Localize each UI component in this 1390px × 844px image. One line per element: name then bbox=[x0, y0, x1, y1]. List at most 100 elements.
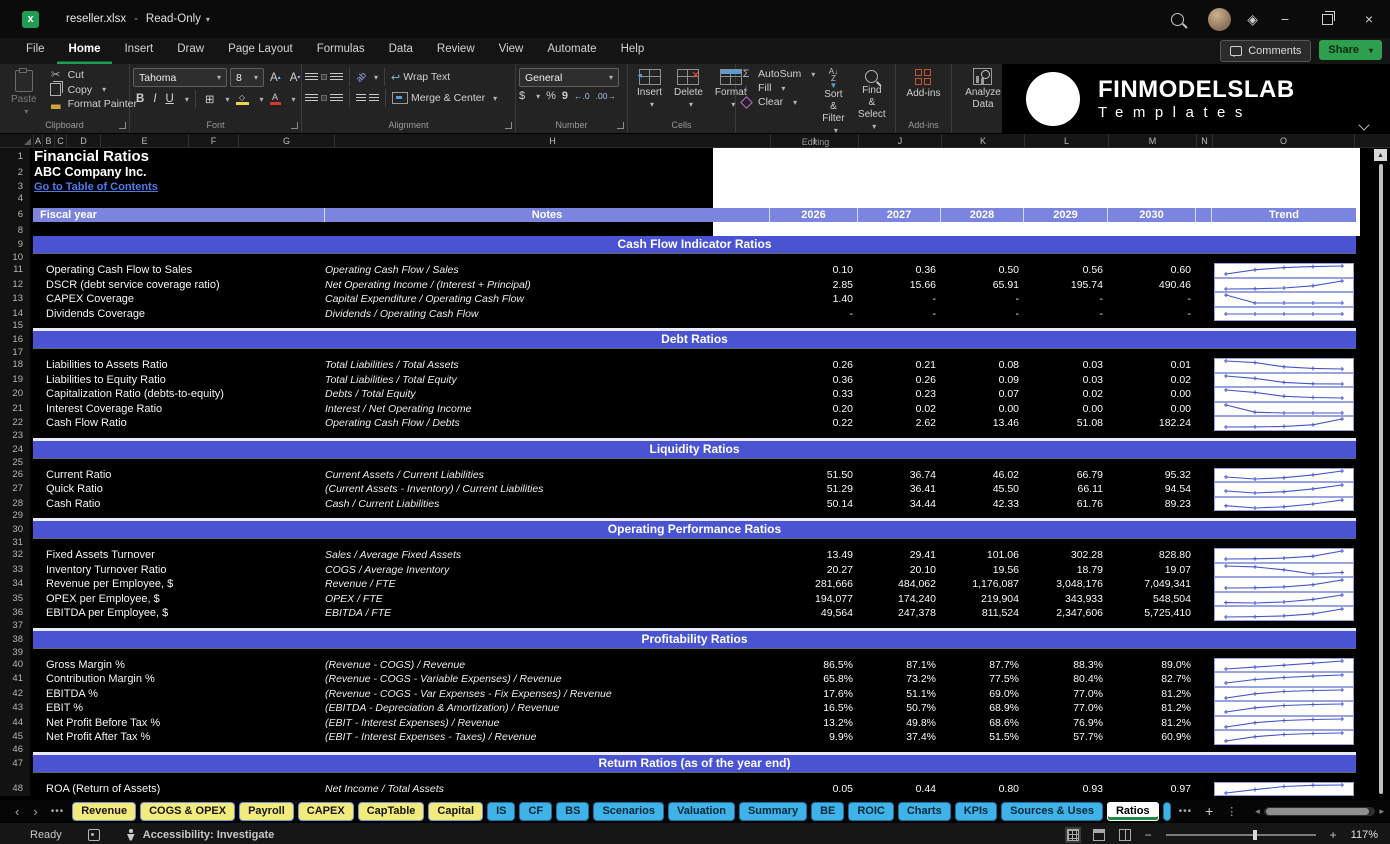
sort-filter-button[interactable]: A↓Z▼ Sort &Filter ▾ bbox=[815, 68, 851, 137]
menu-tab-insert[interactable]: Insert bbox=[112, 38, 165, 64]
tab-options-icon[interactable]: ⋮ bbox=[1222, 805, 1241, 818]
increase-indent-button[interactable] bbox=[369, 94, 379, 102]
row-number[interactable]: 2 bbox=[0, 165, 30, 180]
sheet-tab-ratios[interactable]: Ratios bbox=[1107, 802, 1159, 821]
column-header-N[interactable]: N bbox=[1197, 134, 1213, 147]
underline-button[interactable]: U bbox=[163, 93, 177, 105]
clear-button[interactable]: Clear▾ bbox=[739, 96, 815, 108]
sheet-tab-roic[interactable]: ROIC bbox=[848, 802, 894, 821]
column-header-A[interactable]: A bbox=[34, 134, 43, 147]
orientation-button[interactable]: ab bbox=[354, 70, 368, 84]
row-number[interactable]: 41 bbox=[0, 672, 30, 687]
menu-tab-view[interactable]: View bbox=[487, 38, 536, 64]
minimize-button[interactable]: − bbox=[1264, 0, 1306, 38]
grow-font-button[interactable]: A▴ bbox=[267, 72, 284, 84]
row-number[interactable]: 17 bbox=[0, 348, 30, 358]
tab-scroll-left-icon[interactable]: ‹ bbox=[10, 804, 24, 819]
collapse-ribbon-icon[interactable] bbox=[1358, 119, 1369, 130]
row-number[interactable]: 35 bbox=[0, 592, 30, 607]
hscroll-left-icon[interactable]: ◂ bbox=[1255, 806, 1260, 817]
comments-button[interactable]: Comments bbox=[1220, 40, 1311, 62]
macro-record-icon[interactable] bbox=[88, 829, 100, 841]
horizontal-scroll-thumb[interactable] bbox=[1266, 808, 1369, 815]
row-number[interactable]: 32 bbox=[0, 548, 30, 563]
align-center-button[interactable] bbox=[321, 95, 327, 101]
diamond-icon[interactable]: ◈ bbox=[1247, 11, 1258, 28]
column-header-H[interactable]: H bbox=[335, 134, 771, 147]
column-header-D[interactable]: D bbox=[67, 134, 101, 147]
zoom-level[interactable]: 117% bbox=[1351, 829, 1378, 841]
column-header-C[interactable]: C bbox=[55, 134, 67, 147]
row-number[interactable]: 10 bbox=[0, 253, 30, 263]
row-number[interactable]: 25 bbox=[0, 458, 30, 468]
tab-list-icon[interactable]: ••• bbox=[47, 806, 69, 817]
row-number[interactable]: 26 bbox=[0, 468, 30, 483]
sheet-tab-is[interactable]: IS bbox=[487, 802, 515, 821]
row-number[interactable]: 4 bbox=[0, 194, 30, 204]
zoom-in-button[interactable]: + bbox=[1330, 828, 1337, 842]
column-header-E[interactable]: E bbox=[101, 134, 189, 147]
analyze-data-button[interactable]: AnalyzeData bbox=[959, 68, 1007, 111]
menu-tab-data[interactable]: Data bbox=[377, 38, 425, 64]
normal-view-button[interactable] bbox=[1067, 829, 1079, 841]
row-number[interactable]: 29 bbox=[0, 511, 30, 521]
row-number[interactable]: 14 bbox=[0, 307, 30, 322]
row-number[interactable]: 47 bbox=[0, 755, 30, 772]
bold-button[interactable]: B bbox=[133, 93, 147, 105]
row-number[interactable]: 46 bbox=[0, 745, 30, 755]
sheet-tab-cf[interactable]: CF bbox=[519, 802, 552, 821]
column-header-B[interactable]: B bbox=[43, 134, 55, 147]
row-number[interactable]: 48 bbox=[0, 782, 30, 797]
row-number[interactable]: 40 bbox=[0, 658, 30, 673]
menu-tab-file[interactable]: File bbox=[14, 38, 57, 64]
menu-tab-home[interactable]: Home bbox=[57, 38, 113, 64]
row-number[interactable]: 42 bbox=[0, 687, 30, 702]
menu-tab-help[interactable]: Help bbox=[609, 38, 657, 64]
row-number[interactable]: 37 bbox=[0, 621, 30, 631]
row-number[interactable]: 30 bbox=[0, 521, 30, 538]
tab-scroll-right-icon[interactable]: › bbox=[28, 804, 42, 819]
font-color-button[interactable]: A bbox=[267, 93, 284, 105]
row-number[interactable]: 28 bbox=[0, 497, 30, 512]
menu-tab-page-layout[interactable]: Page Layout bbox=[216, 38, 305, 64]
sheet-tab-captable[interactable]: CapTable bbox=[358, 802, 425, 821]
sheet-tab-capital[interactable]: Capital bbox=[428, 802, 483, 821]
row-number[interactable]: 33 bbox=[0, 563, 30, 578]
row-number[interactable]: 16 bbox=[0, 331, 30, 348]
horizontal-scrollbar[interactable]: ◂▸ bbox=[1255, 806, 1384, 817]
row-number[interactable]: 23 bbox=[0, 431, 30, 441]
autosum-button[interactable]: ΣAutoSum▾ bbox=[739, 68, 815, 80]
cut-button[interactable]: ✂Cut bbox=[49, 68, 137, 81]
insert-cells-button[interactable]: Insert▾ bbox=[631, 68, 668, 110]
sheet-tab-capex[interactable]: CAPEX bbox=[298, 802, 354, 821]
alignment-dialog-launcher[interactable] bbox=[505, 122, 512, 129]
column-header-O[interactable]: O bbox=[1213, 134, 1355, 147]
merge-center-button[interactable]: Merge & Center bbox=[411, 92, 485, 104]
delete-cells-button[interactable]: Delete▾ bbox=[668, 68, 709, 110]
row-number[interactable]: 20 bbox=[0, 387, 30, 402]
menu-tab-formulas[interactable]: Formulas bbox=[305, 38, 377, 64]
column-header-G[interactable]: G bbox=[239, 134, 335, 147]
sheet-tab-valuation[interactable]: Valuation bbox=[668, 802, 735, 821]
column-header-L[interactable]: L bbox=[1025, 134, 1109, 147]
row-number[interactable]: 34 bbox=[0, 577, 30, 592]
number-dialog-launcher[interactable] bbox=[617, 122, 624, 129]
row-number[interactable]: 22 bbox=[0, 416, 30, 431]
row-number[interactable]: 21 bbox=[0, 402, 30, 417]
zoom-slider-thumb[interactable] bbox=[1253, 830, 1257, 840]
page-break-view-button[interactable] bbox=[1119, 829, 1131, 841]
row-number[interactable] bbox=[0, 772, 30, 782]
addins-button[interactable]: Add-ins bbox=[901, 68, 947, 100]
font-dialog-launcher[interactable] bbox=[291, 122, 298, 129]
column-header-F[interactable]: F bbox=[189, 134, 239, 147]
number-format-select[interactable]: General▾ bbox=[519, 68, 619, 87]
toc-link[interactable]: Go to Table of Contents bbox=[30, 180, 158, 194]
sheet-tab-bs[interactable]: BS bbox=[556, 802, 589, 821]
row-number[interactable]: 6 bbox=[0, 208, 30, 222]
restore-button[interactable] bbox=[1306, 0, 1348, 38]
row-number[interactable]: 18 bbox=[0, 358, 30, 373]
avatar[interactable] bbox=[1208, 8, 1231, 31]
comma-style-button[interactable]: 9 bbox=[562, 90, 568, 102]
italic-button[interactable]: I bbox=[150, 93, 159, 105]
row-number[interactable]: 43 bbox=[0, 701, 30, 716]
